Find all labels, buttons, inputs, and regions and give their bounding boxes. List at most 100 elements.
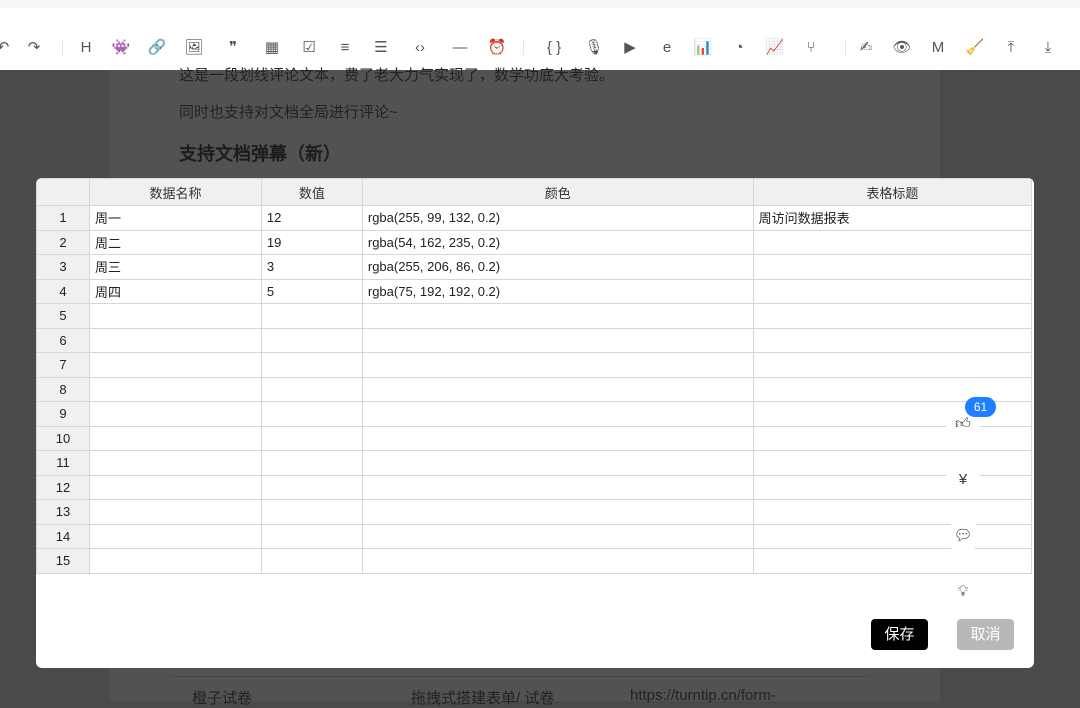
- quote-icon[interactable]: ❞: [222, 38, 244, 58]
- table-cell[interactable]: 12: [260, 205, 363, 231]
- table-cell[interactable]: [260, 352, 363, 378]
- table-row: 8: [36, 376, 1033, 402]
- table-row: 2 周二 19 rgba(54, 162, 235, 0.2): [36, 229, 1033, 255]
- clear-format-icon[interactable]: 🧹: [964, 38, 986, 58]
- code-icon[interactable]: ‹›: [409, 38, 431, 58]
- table-cell[interactable]: [89, 523, 262, 549]
- code-block-icon[interactable]: { }: [543, 38, 565, 58]
- table-cell[interactable]: [752, 229, 1033, 255]
- table-cell[interactable]: [361, 425, 754, 451]
- markdown-icon[interactable]: M: [927, 38, 949, 58]
- table-cell[interactable]: [752, 425, 1033, 451]
- table-cell[interactable]: 19: [260, 229, 363, 255]
- table-cell[interactable]: [752, 499, 1033, 525]
- column-header[interactable]: 数据名称: [89, 178, 262, 206]
- save-button[interactable]: 保存: [871, 619, 928, 650]
- table-cell[interactable]: rgba(255, 206, 86, 0.2): [361, 254, 754, 280]
- browser-icon[interactable]: e: [656, 38, 678, 58]
- table-cell[interactable]: [361, 474, 754, 500]
- cancel-button[interactable]: 取消: [957, 619, 1014, 650]
- table-cell[interactable]: [89, 425, 262, 451]
- export-icon[interactable]: ⤒: [1000, 38, 1022, 58]
- table-row: 15: [36, 548, 1033, 574]
- heading-icon[interactable]: H: [75, 38, 97, 58]
- table-cell[interactable]: rgba(255, 99, 132, 0.2): [361, 205, 754, 231]
- column-header[interactable]: 颜色: [361, 178, 754, 206]
- table-cell[interactable]: [89, 352, 262, 378]
- table-cell[interactable]: 周访问数据报表: [752, 205, 1033, 231]
- bar-chart-icon[interactable]: 📊: [692, 38, 714, 58]
- emoji-icon[interactable]: 👾: [110, 38, 132, 58]
- import-icon[interactable]: ⤓: [1037, 38, 1059, 58]
- idea-button[interactable]: 💡︎: [946, 575, 980, 609]
- audio-icon[interactable]: 🎙: [583, 38, 605, 58]
- table-cell[interactable]: [752, 254, 1033, 280]
- table-cell[interactable]: [260, 450, 363, 476]
- table-cell[interactable]: rgba(54, 162, 235, 0.2): [361, 229, 754, 255]
- redo-icon[interactable]: ↷: [23, 38, 45, 58]
- table-cell[interactable]: [89, 327, 262, 353]
- table-row: 5: [36, 303, 1033, 329]
- video-icon[interactable]: ▶: [619, 38, 641, 58]
- pie-chart-icon[interactable]: ◔: [728, 38, 750, 58]
- table-cell[interactable]: [89, 376, 262, 402]
- unordered-list-icon[interactable]: ☰: [370, 38, 392, 58]
- line-chart-icon[interactable]: 📈: [764, 38, 786, 58]
- image-icon[interactable]: 🖼: [183, 38, 205, 58]
- signature-icon[interactable]: ✍: [855, 38, 877, 58]
- table-cell[interactable]: [752, 474, 1033, 500]
- task-list-icon[interactable]: ☑: [298, 38, 320, 58]
- alert-icon[interactable]: ⏰: [486, 38, 508, 58]
- table-cell[interactable]: [752, 523, 1033, 549]
- table-cell[interactable]: rgba(75, 192, 192, 0.2): [361, 278, 754, 304]
- table-icon[interactable]: ▦: [261, 38, 283, 58]
- table-cell[interactable]: 3: [260, 254, 363, 280]
- horizontal-rule-icon[interactable]: —: [449, 38, 471, 58]
- table-cell[interactable]: [752, 327, 1033, 353]
- column-header[interactable]: 表格标题: [752, 178, 1033, 206]
- flowchart-icon[interactable]: ⑂: [800, 38, 822, 58]
- table-cell[interactable]: [260, 401, 363, 427]
- preview-icon[interactable]: 👁: [891, 38, 913, 58]
- table-cell[interactable]: [361, 327, 754, 353]
- table-cell[interactable]: [752, 450, 1033, 476]
- link-icon[interactable]: 🔗: [146, 38, 168, 58]
- comment-button[interactable]: 💬︎: [946, 519, 980, 553]
- table-cell[interactable]: [361, 303, 754, 329]
- table-cell[interactable]: [89, 499, 262, 525]
- table-cell[interactable]: [260, 474, 363, 500]
- table-cell[interactable]: [260, 327, 363, 353]
- table-cell[interactable]: [89, 474, 262, 500]
- table-cell[interactable]: [752, 278, 1033, 304]
- ordered-list-icon[interactable]: ≡: [334, 38, 356, 58]
- table-cell[interactable]: [361, 401, 754, 427]
- table-cell[interactable]: [260, 523, 363, 549]
- table-cell[interactable]: [260, 303, 363, 329]
- table-cell[interactable]: [361, 352, 754, 378]
- table-cell[interactable]: 5: [260, 278, 363, 304]
- table-cell[interactable]: [752, 303, 1033, 329]
- doc-paragraph: 同时也支持对文档全局进行评论~: [179, 104, 398, 121]
- table-cell[interactable]: [89, 303, 262, 329]
- table-cell[interactable]: 周四: [89, 278, 262, 304]
- table-cell[interactable]: 周二: [89, 229, 262, 255]
- table-cell[interactable]: [260, 376, 363, 402]
- table-cell[interactable]: [361, 548, 754, 574]
- table-cell[interactable]: [361, 499, 754, 525]
- table-cell[interactable]: [260, 548, 363, 574]
- table-cell[interactable]: [361, 376, 754, 402]
- table-cell[interactable]: [361, 450, 754, 476]
- table-cell[interactable]: 周一: [89, 205, 262, 231]
- table-cell[interactable]: [260, 425, 363, 451]
- table-cell[interactable]: [89, 450, 262, 476]
- table-cell[interactable]: [89, 401, 262, 427]
- reward-button[interactable]: ¥: [946, 463, 980, 497]
- table-cell[interactable]: [752, 352, 1033, 378]
- table-cell[interactable]: [752, 548, 1033, 574]
- table-cell[interactable]: [361, 523, 754, 549]
- undo-icon[interactable]: ↶: [0, 38, 14, 58]
- column-header[interactable]: 数值: [260, 178, 363, 206]
- table-cell[interactable]: [260, 499, 363, 525]
- table-cell[interactable]: 周三: [89, 254, 262, 280]
- table-cell[interactable]: [89, 548, 262, 574]
